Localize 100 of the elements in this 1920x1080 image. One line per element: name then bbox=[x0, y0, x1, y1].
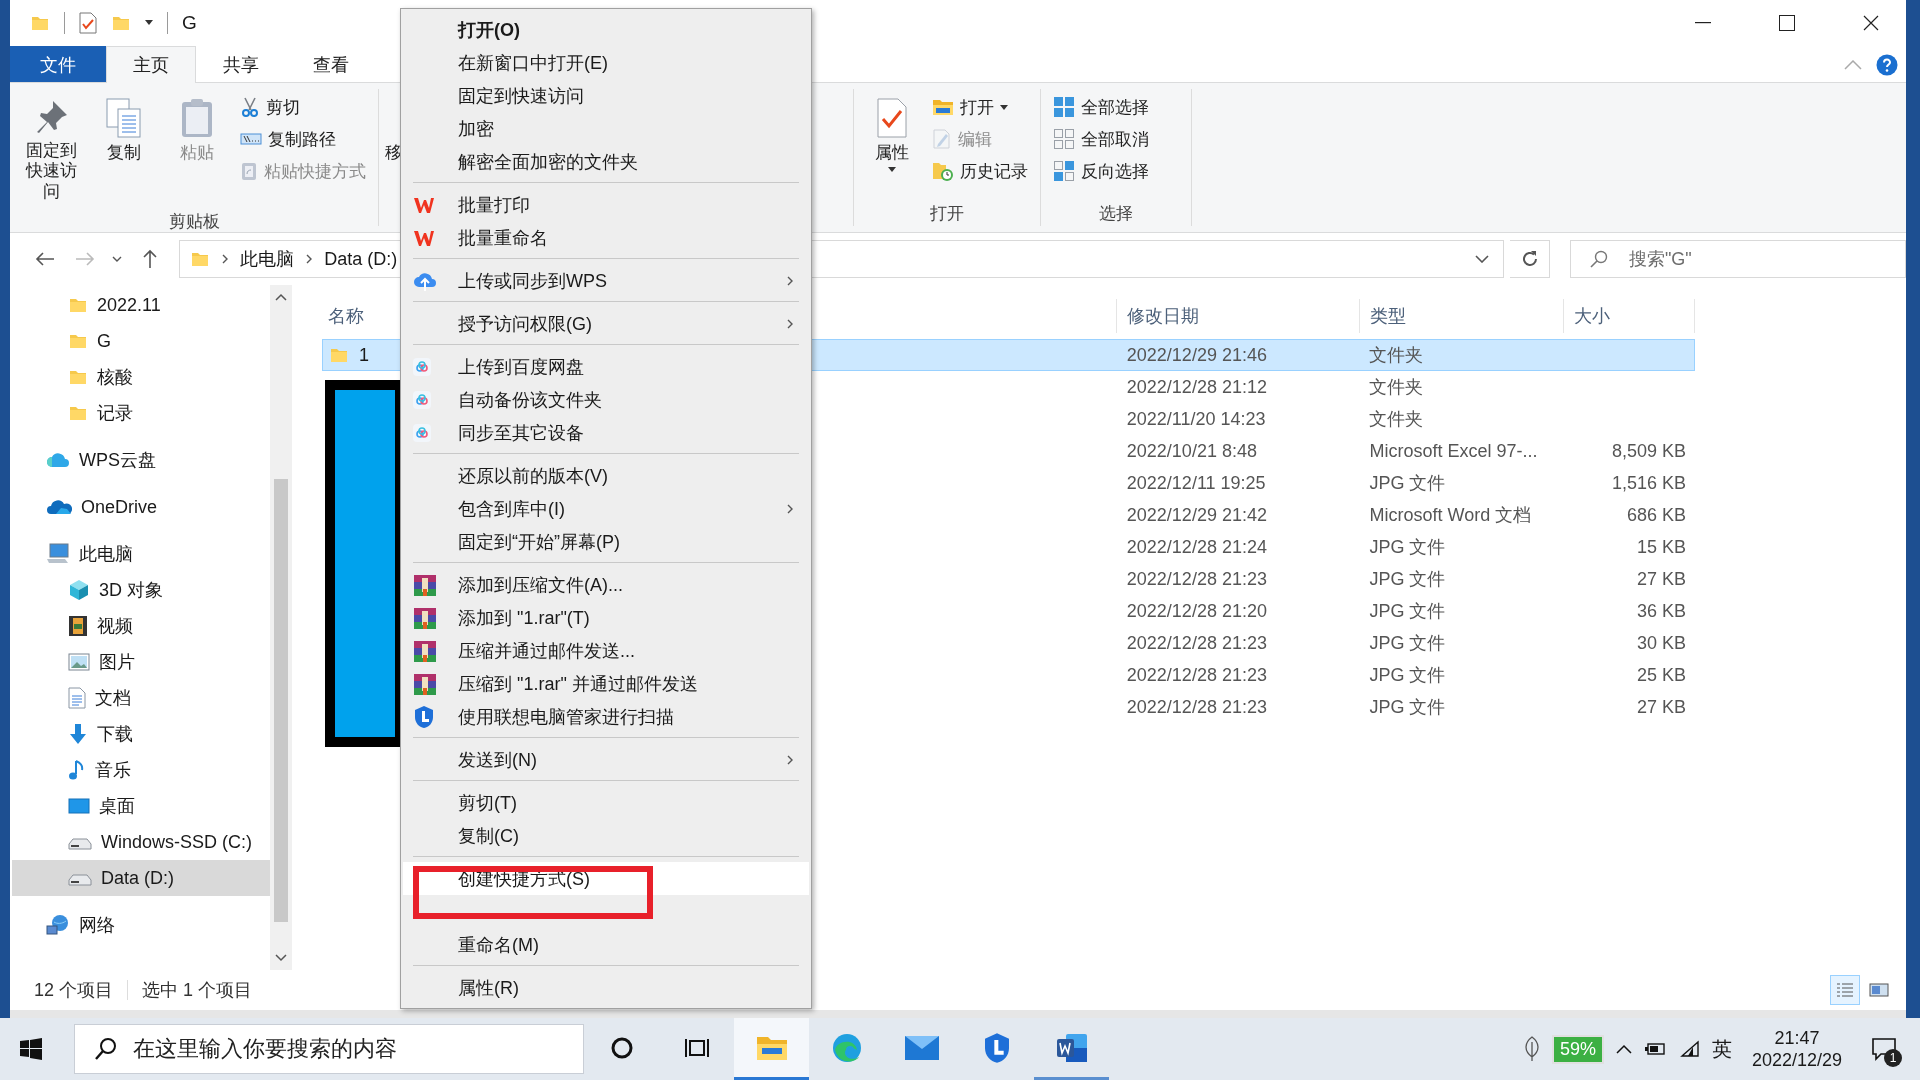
menu-item[interactable]: 压缩到 "1.rar" 并通过邮件发送 bbox=[403, 667, 809, 700]
wifi-icon[interactable] bbox=[1677, 1040, 1700, 1058]
nav-item[interactable]: 网络 bbox=[12, 907, 270, 943]
close-icon[interactable] bbox=[1863, 14, 1879, 31]
nav-item[interactable]: 此电脑 bbox=[12, 536, 270, 572]
size-cell: 25 KB bbox=[1636, 664, 1686, 685]
column-header[interactable]: 大小 bbox=[1564, 299, 1695, 333]
shortcut-icon bbox=[240, 161, 258, 181]
dropdown-icon[interactable] bbox=[1475, 255, 1490, 263]
column-header[interactable]: 类型 bbox=[1360, 299, 1564, 333]
nav-item[interactable]: 记录 bbox=[12, 395, 270, 431]
menu-item[interactable]: 自动备份该文件夹 bbox=[403, 383, 809, 416]
menu-item[interactable]: 固定到“开始”屏幕(P) bbox=[403, 525, 809, 558]
ribbon-tab[interactable]: 文件 bbox=[10, 46, 106, 82]
message-icon[interactable] bbox=[1871, 1037, 1897, 1061]
ribbon-tab[interactable]: 主页 bbox=[106, 46, 196, 83]
breadcrumb[interactable]: 此电脑 bbox=[240, 247, 295, 271]
scroll-down-icon[interactable] bbox=[275, 954, 287, 962]
menu-item[interactable]: 包含到库中(I) bbox=[403, 492, 809, 525]
dropdown-icon[interactable] bbox=[112, 256, 123, 262]
nav-item[interactable]: 核酸 bbox=[12, 359, 270, 395]
ribbon-button[interactable]: 全部取消 bbox=[1049, 125, 1153, 153]
refresh-icon[interactable] bbox=[1520, 250, 1539, 268]
document-icon[interactable] bbox=[1055, 1032, 1088, 1063]
column-header[interactable]: 修改日期 bbox=[1117, 299, 1360, 333]
menu-item[interactable]: 打开(O) bbox=[403, 13, 809, 46]
menu-item[interactable]: 批量打印 bbox=[403, 188, 809, 221]
input-method-indicator[interactable]: 英 bbox=[1711, 1035, 1732, 1063]
nav-item[interactable]: 图片 bbox=[12, 644, 270, 680]
ribbon-button[interactable]: 剪切 bbox=[236, 93, 370, 121]
ribbon-button[interactable]: 反向选择 bbox=[1049, 157, 1153, 185]
type-cell: JPG 文件 bbox=[1369, 633, 1446, 653]
search-field[interactable]: 搜索"G" bbox=[1569, 240, 1906, 278]
nav-item[interactable]: 2022.11 bbox=[12, 287, 270, 323]
checkmark-document-icon[interactable] bbox=[79, 11, 97, 34]
type-cell: 文件夹 bbox=[1369, 377, 1424, 397]
show-hidden-icon[interactable] bbox=[1615, 1044, 1632, 1054]
scrollbar[interactable] bbox=[270, 285, 292, 970]
menu-item[interactable]: 固定到快速访问 bbox=[403, 79, 809, 112]
back-arrow-icon[interactable] bbox=[34, 251, 55, 267]
nav-item[interactable]: Data (D:) bbox=[12, 860, 270, 896]
notification-button[interactable]: 1 bbox=[1862, 1029, 1906, 1069]
menu-item[interactable]: 重命名(M) bbox=[403, 928, 809, 961]
nav-item[interactable]: 3D 对象 bbox=[12, 572, 270, 608]
books-icon bbox=[413, 606, 437, 629]
minimize-icon[interactable] bbox=[1695, 21, 1711, 24]
breadcrumb[interactable]: Data (D:) bbox=[324, 248, 398, 270]
nav-item[interactable]: 文档 bbox=[12, 680, 270, 716]
caret-icon bbox=[1000, 104, 1008, 110]
ribbon-button[interactable]: 打开 bbox=[928, 93, 1032, 121]
menu-item[interactable]: 添加到 "1.rar"(T) bbox=[403, 601, 809, 634]
menu-item[interactable]: 剪切(T) bbox=[403, 786, 809, 819]
help-icon[interactable] bbox=[1876, 54, 1898, 76]
scroll-up-icon[interactable] bbox=[275, 293, 287, 301]
menu-item[interactable]: 添加到压缩文件(A)... bbox=[403, 568, 809, 601]
ribbon-button[interactable]: 复制路径 bbox=[236, 125, 370, 153]
ribbon-button[interactable]: 历史记录 bbox=[928, 157, 1032, 185]
maximize-icon[interactable] bbox=[1779, 14, 1795, 31]
circle-icon[interactable] bbox=[609, 1035, 634, 1060]
nav-item[interactable]: 桌面 bbox=[12, 788, 270, 824]
menu-item[interactable]: 使用联想电脑管家进行扫描 bbox=[403, 700, 809, 733]
nav-item[interactable]: Windows-SSD (C:) bbox=[12, 824, 270, 860]
books-icon bbox=[413, 672, 437, 695]
windows-logo-icon[interactable] bbox=[20, 1038, 42, 1060]
nav-item[interactable]: 音乐 bbox=[12, 752, 270, 788]
clock[interactable]: 21:47 2022/12/29 bbox=[1743, 1026, 1850, 1072]
menu-item[interactable]: 上传到百度网盘 bbox=[403, 350, 809, 383]
menu-item[interactable]: 解密全面加密的文件夹 bbox=[403, 145, 809, 178]
nav-item[interactable]: 下载 bbox=[12, 716, 270, 752]
menu-item[interactable]: 在新窗口中打开(E) bbox=[403, 46, 809, 79]
type-cell: 文件夹 bbox=[1369, 345, 1424, 365]
scissors-icon bbox=[240, 97, 260, 117]
ribbon-tab[interactable]: 查看 bbox=[286, 46, 376, 82]
taskbar-search-field[interactable]: 在这里输入你要搜索的内容 bbox=[74, 1024, 584, 1074]
ribbon-button[interactable]: 属性 bbox=[862, 93, 922, 198]
nav-item[interactable]: 视频 bbox=[12, 608, 270, 644]
ribbon-button[interactable]: 复制 bbox=[90, 93, 158, 207]
menu-item[interactable]: 加密 bbox=[403, 112, 809, 145]
nav-item[interactable]: OneDrive bbox=[12, 489, 270, 525]
type-cell: JPG 文件 bbox=[1369, 697, 1446, 717]
shield-icon bbox=[413, 704, 435, 729]
size-cell: 1,516 KB bbox=[1611, 472, 1686, 493]
menu-item[interactable]: 复制(C) bbox=[403, 819, 809, 852]
menu-item[interactable]: 还原以前的版本(V) bbox=[403, 459, 809, 492]
menu-item[interactable]: 属性(R) bbox=[403, 971, 809, 1004]
nav-item[interactable]: G bbox=[12, 323, 270, 359]
ribbon-button[interactable]: 固定到快速访问 bbox=[18, 93, 85, 207]
menu-item[interactable]: 发送到(N) bbox=[403, 743, 809, 776]
envelope-icon[interactable] bbox=[903, 1034, 940, 1061]
ribbon-tab[interactable]: 共享 bbox=[196, 46, 286, 82]
menu-item[interactable]: 同步至其它设备 bbox=[403, 416, 809, 449]
menu-item[interactable]: 授予访问权限(G) bbox=[403, 307, 809, 340]
leaf-icon[interactable] bbox=[1523, 1036, 1540, 1062]
battery-icon[interactable] bbox=[1643, 1041, 1666, 1057]
menu-item[interactable]: 压缩并通过邮件发送... bbox=[403, 634, 809, 667]
file-name: 1 bbox=[359, 344, 369, 366]
up-arrow-icon[interactable] bbox=[142, 249, 159, 269]
ribbon-button[interactable]: 移 bbox=[385, 93, 402, 198]
ribbon-button[interactable]: 全部选择 bbox=[1049, 93, 1153, 121]
nav-item[interactable]: WPS云盘 bbox=[12, 442, 270, 478]
